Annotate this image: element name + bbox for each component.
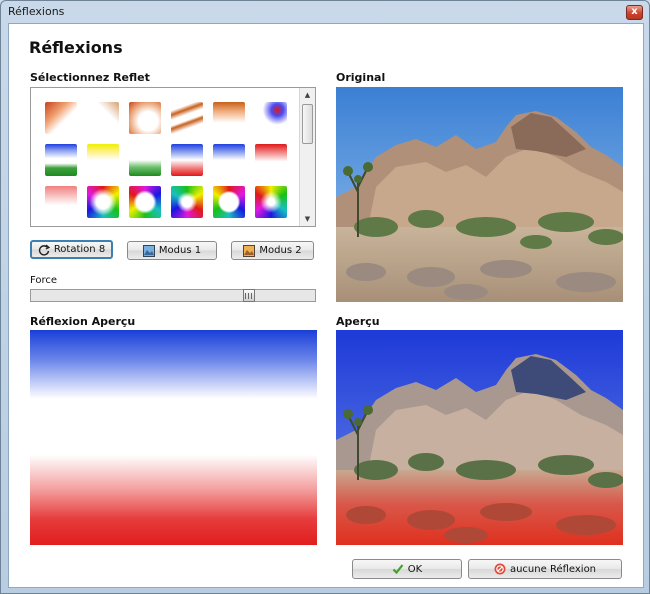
no-reflection-button-label: aucune Réflexion (509, 563, 597, 575)
mode2-button-label: Modus 2 (259, 245, 302, 256)
reflection-thumb[interactable] (45, 186, 77, 218)
check-icon (392, 563, 404, 575)
dialog-heading: Réflexions (29, 38, 123, 57)
close-button[interactable]: x (626, 5, 643, 20)
force-label: Force (30, 275, 58, 286)
scroll-down-icon[interactable]: ▼ (300, 212, 315, 226)
mode1-button-label: Modus 1 (158, 245, 202, 256)
landscape-icon (243, 244, 256, 257)
reflection-thumb[interactable] (213, 144, 245, 176)
scroll-up-icon[interactable]: ▲ (300, 88, 315, 102)
force-slider-thumb[interactable] (243, 289, 255, 302)
reflection-preview-label: Réflexion Aperçu (30, 315, 136, 328)
rotate-icon (38, 244, 50, 256)
rotation-button[interactable]: Rotation 8 (30, 240, 113, 259)
reflection-thumb[interactable] (129, 102, 161, 134)
reflection-thumb[interactable] (129, 144, 161, 176)
reflection-thumb[interactable] (213, 186, 245, 218)
window-title: Réflexions (8, 5, 65, 18)
no-icon (494, 563, 506, 575)
original-image (336, 87, 623, 302)
rotation-button-label: Rotation 8 (53, 244, 106, 255)
reflection-thumb[interactable] (255, 186, 287, 218)
reflection-thumb[interactable] (255, 102, 287, 134)
mode2-button[interactable]: Modus 2 (231, 241, 314, 260)
landscape-icon (142, 244, 155, 257)
reflection-grid (31, 88, 297, 226)
no-reflection-button[interactable]: aucune Réflexion (468, 559, 622, 579)
reflection-thumb[interactable] (87, 186, 119, 218)
reflection-thumb[interactable] (87, 102, 119, 134)
ok-button[interactable]: OK (352, 559, 462, 579)
close-icon: x (631, 6, 638, 17)
reflection-thumb[interactable] (87, 144, 119, 176)
reflection-list[interactable]: ▲ ▼ (30, 87, 316, 227)
reflection-thumb[interactable] (213, 102, 245, 134)
reflection-thumb[interactable] (45, 144, 77, 176)
grip-icon (245, 293, 252, 299)
force-slider[interactable] (30, 289, 316, 302)
reflection-thumb[interactable] (171, 102, 203, 134)
dialog-content: Réflexions Sélectionnez Reflet Original (8, 23, 644, 588)
list-scrollbar[interactable]: ▲ ▼ (299, 88, 315, 226)
reflection-thumb[interactable] (171, 144, 203, 176)
ok-button-label: OK (407, 563, 423, 575)
reflection-preview (30, 330, 317, 545)
scroll-thumb[interactable] (302, 104, 313, 144)
title-bar[interactable]: Réflexions x (1, 1, 649, 23)
preview-image (336, 330, 623, 545)
dialog-window: Réflexions x Réflexions Sélectionnez Ref… (0, 0, 650, 594)
reflection-thumb[interactable] (45, 102, 77, 134)
select-reflection-label: Sélectionnez Reflet (30, 71, 150, 84)
mode1-button[interactable]: Modus 1 (127, 241, 217, 260)
reflection-thumb[interactable] (171, 186, 203, 218)
original-label: Original (336, 71, 386, 84)
reflection-thumb[interactable] (255, 144, 287, 176)
reflection-thumb[interactable] (129, 186, 161, 218)
preview-label: Aperçu (336, 315, 380, 328)
